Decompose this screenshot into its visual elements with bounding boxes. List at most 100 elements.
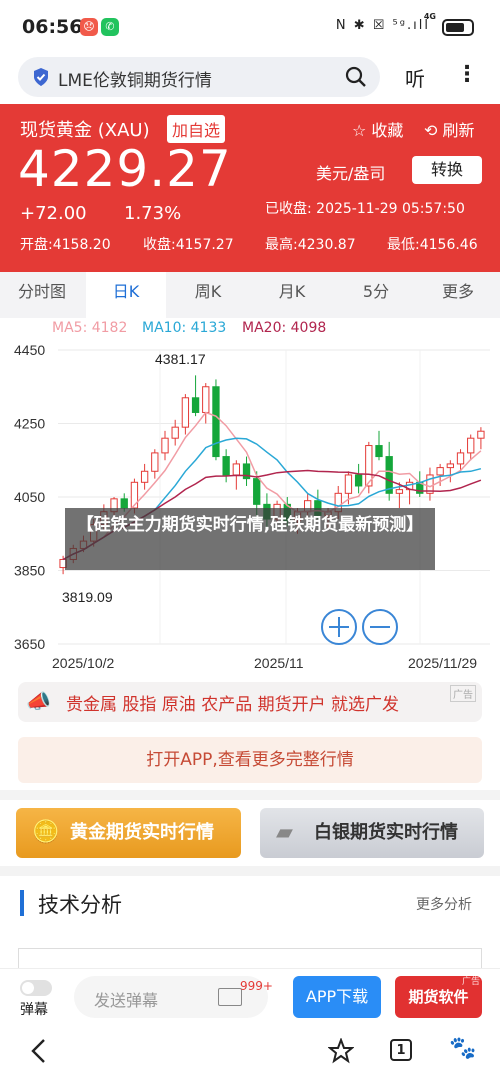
battery-icon bbox=[442, 19, 474, 36]
open-price: 开盘:4158.20 bbox=[20, 237, 111, 253]
clock: 06:56 bbox=[22, 16, 83, 38]
notification-app-icon: 😞 bbox=[80, 18, 98, 36]
low-price: 最低:4156.46 bbox=[387, 237, 478, 253]
candle-body bbox=[222, 456, 230, 476]
more-analysis-link[interactable]: 更多分析 bbox=[416, 894, 472, 914]
back-icon[interactable] bbox=[28, 1038, 52, 1064]
futures-software-button[interactable]: 期货软件 广告 bbox=[395, 976, 482, 1018]
candle-body bbox=[436, 467, 444, 476]
x-tick-label: 2025/11/29 bbox=[408, 655, 477, 671]
danmaku-toggle[interactable] bbox=[20, 980, 52, 996]
megaphone-icon: 📣 bbox=[26, 689, 51, 713]
silver-bars-icon: ▰ bbox=[276, 820, 293, 845]
listen-button[interactable]: 听 bbox=[405, 63, 425, 92]
tab-intraday[interactable]: 分时图 bbox=[2, 272, 82, 318]
candle-body bbox=[120, 498, 128, 509]
chart-period-tabs: 分时图 日K 周K 月K 5分 更多 bbox=[0, 272, 500, 318]
search-icon[interactable] bbox=[344, 65, 368, 89]
ad-text: 贵金属 股指 原油 农产品 期货开户 就选广发 bbox=[66, 695, 400, 715]
article-title-overlay: 【硅铁主力期货实时行情,硅铁期货最新预测】 bbox=[65, 508, 435, 570]
candle-body bbox=[181, 397, 190, 428]
candle-body bbox=[191, 397, 200, 413]
candle-body bbox=[467, 437, 475, 454]
tab-5min[interactable]: 5分 bbox=[336, 272, 416, 318]
kline-svg: 4450 4250 4050 3850 3650 2025/10/2 2025/11 2025… bbox=[14, 342, 490, 671]
candle-body bbox=[212, 386, 220, 458]
candle-body bbox=[140, 470, 149, 483]
price-change: +72.00 bbox=[20, 203, 87, 224]
y-tick-label: 4250 bbox=[14, 416, 45, 432]
section-accent bbox=[20, 890, 24, 916]
candle-body bbox=[375, 445, 383, 458]
ad-banner[interactable]: 📣 贵金属 股指 原油 农产品 期货开户 就选广发 广告 bbox=[18, 682, 482, 722]
open-app-button[interactable]: 打开APP,查看更多完整行情 bbox=[18, 737, 482, 783]
kline-chart[interactable]: MA5: 4182 MA10: 4133 MA20: 4098 4450 4250… bbox=[0, 318, 500, 678]
gold-futures-link[interactable]: 🪙 黄金期货实时行情 bbox=[16, 808, 241, 858]
futures-software-label: 期货软件 bbox=[408, 988, 469, 1006]
instrument-name: 现货黄金 (XAU) bbox=[20, 120, 150, 141]
network-type: 4G bbox=[423, 12, 436, 21]
ad-tag: 广告 bbox=[461, 977, 480, 987]
y-tick-label: 4450 bbox=[14, 342, 45, 358]
tabs-count-icon[interactable]: 1 bbox=[390, 1039, 412, 1061]
gold-futures-label: 黄金期货实时行情 bbox=[70, 822, 214, 843]
current-price: 4229.27 bbox=[18, 140, 232, 198]
x-tick-label: 2025/11 bbox=[254, 655, 304, 671]
shield-icon bbox=[34, 68, 48, 86]
search-query[interactable]: LME伦敦铜期货行情 bbox=[58, 66, 212, 91]
browser-nav-bar: 1 🐾 bbox=[0, 1024, 500, 1078]
star-icon[interactable] bbox=[328, 1038, 354, 1064]
status-bar: 06:56 😞 ✆ N ✱ ☒ ⁵ᵍ.ıll 4G bbox=[0, 0, 500, 56]
candle-body bbox=[344, 474, 353, 494]
high-annotation: 4381.17 bbox=[155, 351, 206, 367]
convert-button[interactable]: 转换 bbox=[412, 156, 482, 184]
candle-body bbox=[477, 430, 485, 439]
wechat-icon: ✆ bbox=[101, 18, 119, 36]
silver-futures-label: 白银期货实时行情 bbox=[314, 822, 458, 843]
y-tick-label: 3850 bbox=[14, 563, 45, 579]
message-count: 999+ bbox=[240, 979, 273, 993]
candle-body bbox=[171, 426, 179, 439]
quote-header: 现货黄金 (XAU) 加自选 ☆ 收藏 ⟲ 刷新 4229.27 美元/盎司 转… bbox=[0, 104, 500, 272]
section-title: 技术分析 bbox=[38, 893, 122, 917]
silver-futures-link[interactable]: ▰ 白银期货实时行情 bbox=[260, 808, 484, 858]
add-watchlist-button[interactable]: 加自选 bbox=[167, 115, 226, 143]
y-tick-label: 3650 bbox=[14, 636, 45, 652]
message-icon[interactable] bbox=[218, 988, 242, 1006]
app-download-button[interactable]: APP下载 bbox=[293, 976, 381, 1018]
x-tick-label: 2025/10/2 bbox=[52, 655, 114, 671]
candle-body bbox=[151, 452, 159, 472]
gold-bars-icon: 🪙 bbox=[32, 820, 60, 845]
danmaku-placeholder: 发送弹幕 bbox=[94, 991, 159, 1010]
ad-tag: 广告 bbox=[450, 685, 476, 702]
tab-daily-k[interactable]: 日K bbox=[86, 272, 166, 318]
tab-monthly-k[interactable]: 月K bbox=[252, 272, 332, 318]
divider bbox=[0, 866, 500, 876]
low-annotation: 3819.09 bbox=[62, 589, 113, 605]
search-bar[interactable]: LME伦敦铜期货行情 bbox=[18, 57, 380, 97]
candle-body bbox=[456, 452, 465, 465]
danmaku-label: 弹幕 bbox=[20, 1002, 48, 1018]
status-icons: N ✱ ☒ ⁵ᵍ.ıll bbox=[335, 18, 430, 33]
candle-body bbox=[232, 463, 240, 476]
candle-body bbox=[395, 489, 404, 494]
more-menu-icon[interactable]: ⋮ bbox=[456, 62, 478, 87]
baidu-paw-icon[interactable]: 🐾 bbox=[449, 1036, 476, 1061]
price-unit: 美元/盎司 bbox=[316, 164, 386, 183]
market-status: 已收盘: 2025-11-29 05:57:50 bbox=[265, 201, 465, 217]
tab-more[interactable]: 更多 bbox=[418, 272, 498, 318]
favorite-button[interactable]: ☆ 收藏 bbox=[352, 117, 403, 141]
candle-body bbox=[354, 474, 363, 487]
refresh-button[interactable]: ⟲ 刷新 bbox=[424, 117, 475, 141]
prev-close-price: 收盘:4157.27 bbox=[143, 237, 234, 253]
analysis-table bbox=[18, 948, 482, 968]
y-tick-label: 4050 bbox=[14, 489, 45, 505]
candle-body bbox=[253, 478, 261, 505]
candle-body bbox=[446, 463, 454, 469]
price-change-percent: 1.73% bbox=[124, 203, 182, 224]
candle-body bbox=[161, 437, 169, 454]
high-price: 最高:4230.87 bbox=[265, 237, 356, 253]
tab-weekly-k[interactable]: 周K bbox=[168, 272, 248, 318]
candle-body bbox=[202, 386, 210, 413]
divider bbox=[0, 790, 500, 800]
